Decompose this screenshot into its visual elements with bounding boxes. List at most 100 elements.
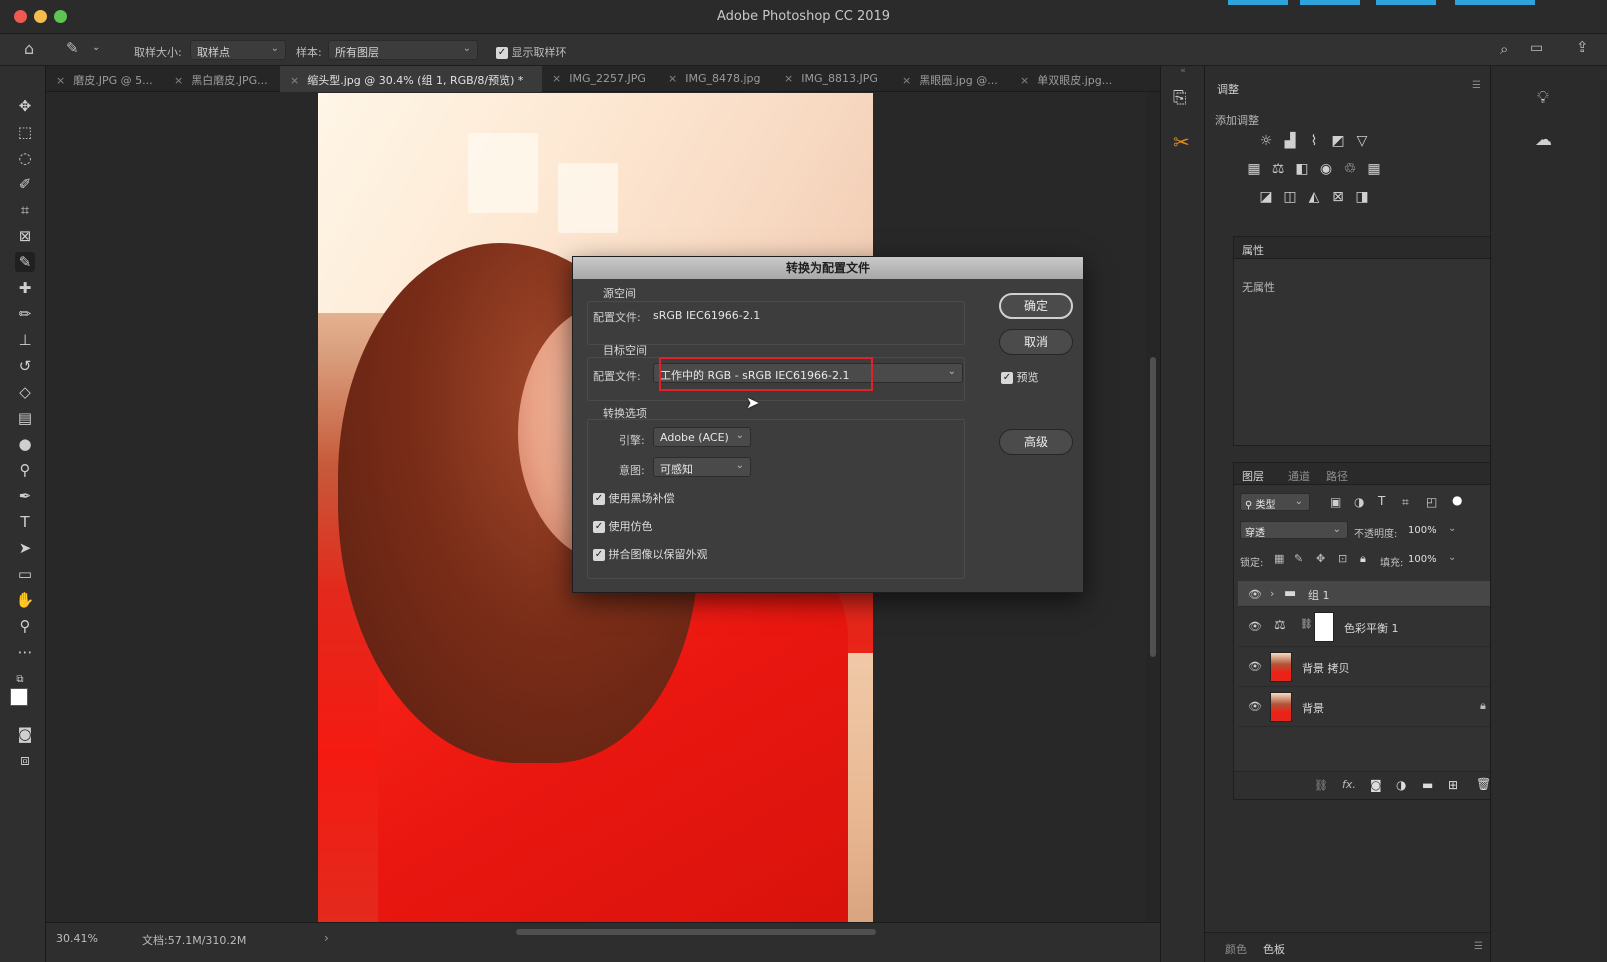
history-brush-tool-icon[interactable]: ↺ — [15, 356, 35, 376]
tab-document[interactable]: × IMG_2257.JPG — [542, 66, 658, 92]
preview-checkbox[interactable]: ✓ 预览 — [1001, 369, 1039, 385]
tool-presets-icon[interactable]: ✂ — [1173, 130, 1190, 154]
sample-size-select[interactable]: 取样点 ⌄ — [190, 40, 286, 60]
gradient-tool-icon[interactable]: ▤ — [15, 408, 35, 428]
layer-thumbnail[interactable] — [1270, 652, 1292, 682]
tab-document[interactable]: × 黑眼圈.jpg @... — [892, 66, 1010, 92]
black-white-icon[interactable]: ◧ — [1293, 160, 1311, 178]
lightbulb-icon[interactable]: 💡︎ — [1537, 88, 1549, 108]
search-icon[interactable]: ⌕ — [1500, 40, 1508, 58]
show-ring-checkbox[interactable]: ✓ 显示取样环 — [496, 44, 567, 60]
filter-pixel-icon[interactable]: ▣ — [1330, 495, 1341, 509]
black-point-compensation-checkbox[interactable]: ✓ 使用黑场补偿 — [593, 490, 675, 506]
ok-button[interactable]: 确定 — [999, 293, 1073, 319]
workspace-icon[interactable]: ▭ — [1530, 40, 1543, 56]
color-balance-icon[interactable]: ⚖ — [1269, 160, 1287, 178]
hue-saturation-icon[interactable]: ▦ — [1245, 160, 1263, 178]
close-icon[interactable]: × — [56, 74, 65, 87]
status-menu-arrow[interactable]: › — [324, 931, 329, 945]
filter-type-icon[interactable]: T — [1378, 494, 1385, 508]
type-tool-icon[interactable]: T — [15, 512, 35, 532]
properties-tab[interactable]: 属性 — [1242, 242, 1264, 258]
close-icon[interactable]: × — [290, 74, 299, 87]
rectangle-tool-icon[interactable]: ▭ — [15, 564, 35, 584]
lock-image-icon[interactable]: ✎ — [1294, 552, 1303, 565]
lock-position-icon[interactable]: ✥ — [1316, 552, 1325, 565]
tab-channels[interactable]: 通道 — [1288, 468, 1310, 484]
tab-document[interactable]: × 磨皮.JPG @ 5... — [46, 66, 164, 92]
dodge-tool-icon[interactable]: ⚲ — [15, 460, 35, 480]
foreground-color-swatch[interactable] — [10, 688, 28, 706]
flatten-image-checkbox[interactable]: ✓ 拼合图像以保留外观 — [593, 546, 708, 562]
filter-smart-object-icon[interactable]: ◰ — [1426, 495, 1437, 509]
advanced-button[interactable]: 高级 — [999, 429, 1073, 455]
layer-name[interactable]: 背景 — [1302, 700, 1324, 716]
opacity-value[interactable]: 100% — [1408, 525, 1437, 536]
link-icon[interactable]: ⛓ — [1314, 779, 1328, 792]
share-icon[interactable]: ⇪ — [1576, 38, 1589, 56]
close-icon[interactable]: × — [552, 72, 561, 85]
layer-mask-thumbnail[interactable] — [1314, 612, 1334, 642]
chevron-right-icon[interactable]: › — [1270, 587, 1274, 600]
vibrance-icon[interactable]: ▽ — [1353, 132, 1371, 150]
panel-menu-icon[interactable]: ☰ — [1472, 80, 1481, 91]
selective-color-icon[interactable]: ⊠ — [1329, 188, 1347, 206]
layer-thumbnail[interactable] — [1270, 692, 1292, 722]
hand-tool-icon[interactable]: ✋ — [15, 590, 35, 610]
eyedropper-tool-icon[interactable]: ✎ — [15, 252, 35, 272]
default-colors-icon[interactable]: ⧉ — [10, 670, 30, 690]
blur-tool-icon[interactable]: ● — [15, 434, 35, 454]
filter-adjustment-icon[interactable]: ◑ — [1354, 495, 1364, 509]
horizontal-scrollbar-thumb[interactable] — [516, 929, 876, 935]
posterize-icon[interactable]: ◫ — [1281, 188, 1299, 206]
chevron-down-icon[interactable]: ⌄ — [1448, 552, 1456, 563]
gradient-map-icon[interactable]: ◨ — [1353, 188, 1371, 206]
layer-row-background[interactable]: 👁︎ 背景 🔒︎ — [1238, 687, 1504, 727]
link-icon[interactable]: ⛓ — [1300, 619, 1313, 630]
lasso-tool-icon[interactable]: ◌ — [15, 148, 35, 168]
color-lookup-icon[interactable]: ▦ — [1365, 160, 1383, 178]
path-selection-tool-icon[interactable]: ➤ — [15, 538, 35, 558]
chevron-down-icon[interactable]: ⌄ — [1448, 523, 1456, 534]
clone-stamp-tool-icon[interactable]: ⊥ — [15, 330, 35, 350]
filter-shape-icon[interactable]: ⌗ — [1402, 495, 1409, 510]
eye-icon[interactable]: 👁︎ — [1248, 660, 1262, 673]
channel-mixer-icon[interactable]: ♲ — [1341, 160, 1359, 178]
layer-name[interactable]: 组 1 — [1308, 587, 1330, 603]
brightness-contrast-icon[interactable]: ☼ — [1257, 132, 1275, 150]
layer-row-image[interactable]: 👁︎ 背景 拷贝 — [1238, 647, 1504, 687]
close-icon[interactable]: × — [668, 72, 677, 85]
tab-document[interactable]: × IMG_8813.JPG — [774, 66, 892, 92]
lock-all-icon[interactable]: 🔒︎ — [1360, 552, 1366, 566]
close-icon[interactable]: × — [784, 72, 793, 85]
home-icon[interactable]: ⌂ — [24, 39, 34, 58]
curves-icon[interactable]: ⌇ — [1305, 132, 1323, 150]
fill-value[interactable]: 100% — [1408, 554, 1437, 565]
sample-select[interactable]: 所有图层 ⌄ — [328, 40, 478, 60]
eyedropper-tool-preset-icon[interactable]: ✎ — [66, 39, 79, 57]
crop-tool-icon[interactable]: ⌗ — [15, 200, 35, 220]
zoom-tool-icon[interactable]: ⚲ — [15, 616, 35, 636]
threshold-icon[interactable]: ◭ — [1305, 188, 1323, 206]
collapse-icon[interactable]: « — [1161, 66, 1205, 78]
filter-toggle-icon[interactable]: ● — [1452, 493, 1462, 507]
tab-document-active[interactable]: × 缩头型.jpg @ 30.4% (组 1, RGB/8/预览) * — [280, 66, 542, 92]
more-tools-icon[interactable]: ⋯ — [15, 642, 35, 662]
tab-swatches[interactable]: 色板 — [1263, 941, 1285, 957]
layer-name[interactable]: 背景 拷贝 — [1302, 660, 1350, 676]
close-icon[interactable]: × — [1020, 74, 1029, 87]
eye-icon[interactable]: 👁︎ — [1248, 620, 1262, 633]
eye-icon[interactable]: 👁︎ — [1248, 588, 1262, 601]
folder-icon[interactable]: ▬ — [1422, 778, 1433, 792]
libraries-icon[interactable]: ☁ — [1535, 130, 1552, 150]
quick-selection-tool-icon[interactable]: ✐ — [15, 174, 35, 194]
lock-icon[interactable]: 🔒︎ — [1480, 699, 1486, 713]
eye-icon[interactable]: 👁︎ — [1248, 700, 1262, 713]
panel-menu-icon[interactable]: ☰ — [1474, 941, 1483, 952]
use-dither-checkbox[interactable]: ✓ 使用仿色 — [593, 518, 653, 534]
zoom-level[interactable]: 30.41% — [56, 932, 98, 945]
screen-mode-icon[interactable]: ⧈ — [15, 750, 35, 770]
brush-tool-icon[interactable]: ✏ — [15, 304, 35, 324]
quick-mask-icon[interactable]: ◙ — [15, 724, 35, 744]
history-panel-icon[interactable]: ⎘ — [1173, 88, 1187, 108]
